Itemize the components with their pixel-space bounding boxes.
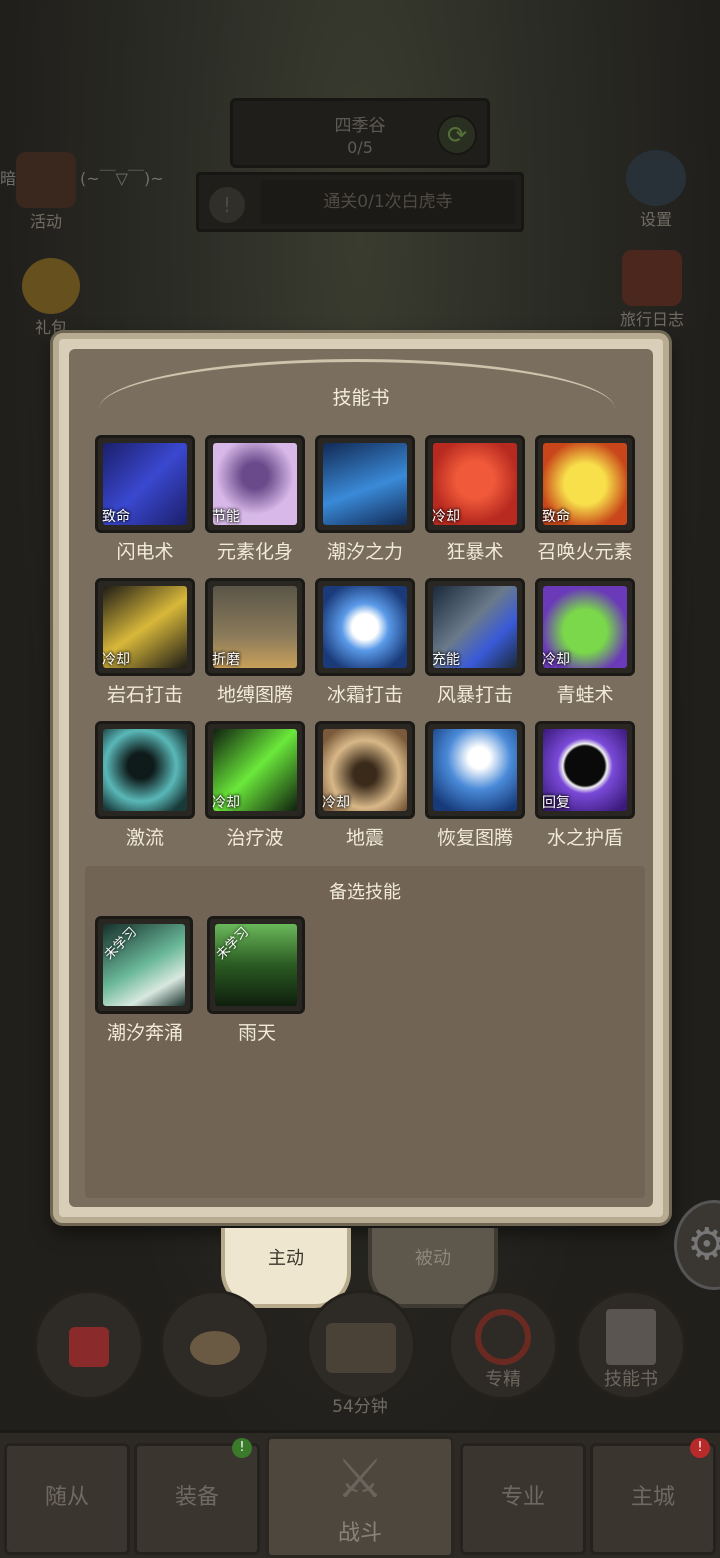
skill-name: 水之护盾 [546,827,623,849]
skill-card[interactable]: 折磨 地缚图腾 [205,578,305,707]
skill-card[interactable]: 冷却 地震 [315,721,415,850]
skill-tile: 折磨 [205,578,305,676]
skill-name: 恢复图腾 [436,827,513,849]
main-city-badge: ! [690,1438,710,1458]
skill-tag: 冷却 [542,652,570,668]
skill-tile [425,721,525,819]
skill-tile: 冷却 [425,435,525,533]
skill-card[interactable]: 恢复图腾 [425,721,525,850]
skill-name: 治疗波 [226,827,284,849]
potion-tool-button[interactable] [34,1290,144,1400]
skill-name: 地缚图腾 [216,684,293,706]
nav-battle[interactable]: ⚔ 战斗 [266,1436,454,1558]
skill-tile: 冷却 [315,721,415,819]
skill-tile: 冷却 [205,721,305,819]
skill-tag: 回复 [542,795,570,811]
skillbook-icon [606,1309,656,1365]
skill-tile: 致命 [535,435,635,533]
skill-name: 闪电术 [116,541,174,563]
skill-card[interactable]: 节能 元素化身 [205,435,305,564]
skill-grid: 致命 闪电术 节能 元素化身 潮汐之力 冷却 狂暴术 致命 召唤火元素 冷却 岩… [95,435,655,850]
skill-tag: 致命 [542,509,570,525]
healing-totem-icon [433,729,517,811]
skill-card[interactable]: 冷却 治疗波 [205,721,305,850]
tide-icon [323,443,407,525]
skill-card[interactable]: 冷却 岩石打击 [95,578,195,707]
skillbook-button[interactable]: 技能书 [576,1290,686,1400]
skill-name: 冰霜打击 [326,684,403,706]
skill-card[interactable]: 冷却 青蛙术 [535,578,635,707]
specialization-icon [475,1309,531,1365]
skill-name: 地震 [345,827,384,849]
skill-card[interactable]: 充能 风暴打击 [425,578,525,707]
skill-tag: 冷却 [102,652,130,668]
alt-skill-card[interactable]: 未学习 潮汐奔涌 [95,916,195,1045]
nav-equipment[interactable]: 装备 [134,1443,260,1555]
nav-main-city[interactable]: 主城 [590,1443,716,1555]
nav-profession[interactable]: 专业 [460,1443,586,1555]
skill-card[interactable]: 回复 水之护盾 [535,721,635,850]
alt-skill-grid: 未学习 潮汐奔涌 未学习 雨天 [95,916,307,1045]
skill-tile: 致命 [95,435,195,533]
alt-skill-card[interactable]: 未学习 雨天 [207,916,307,1045]
skill-tile: 回复 [535,721,635,819]
skill-name: 潮汐之力 [326,541,403,563]
panel-title: 技能书 [332,387,390,409]
timer-label: 54分钟 [332,1397,388,1417]
skill-tag: 冷却 [322,795,350,811]
nav-battle-label: 战斗 [337,1521,382,1546]
skill-tile: 节能 [205,435,305,533]
skill-name: 狂暴术 [446,541,504,563]
specialization-label: 专精 [485,1369,521,1390]
skill-tag: 充能 [432,652,460,668]
skill-tag: 节能 [212,509,240,525]
crossed-swords-icon: ⚔ [335,1447,385,1510]
skill-tile [315,578,415,676]
skill-tile: 未学习 [95,916,193,1014]
skill-tile: 冷却 [95,578,195,676]
skill-card[interactable]: 激流 [95,721,195,850]
skill-tag: 冷却 [212,795,240,811]
skill-tile [95,721,195,819]
skill-name: 风暴打击 [436,684,513,706]
potion-icon [69,1327,109,1367]
skill-name: 元素化身 [216,541,293,563]
equipment-badge: ! [232,1438,252,1458]
skill-name: 潮汐奔涌 [106,1022,183,1044]
alternative-skills-box: 备选技能 未学习 潮汐奔涌 未学习 雨天 [85,866,645,1198]
frost-strike-icon [323,586,407,668]
skill-card[interactable]: 潮汐之力 [315,435,415,564]
skill-tag: 致命 [102,509,130,525]
skill-tile [315,435,415,533]
skill-card[interactable]: 冰霜打击 [315,578,415,707]
skill-name: 激流 [125,827,164,849]
skill-book-panel: 技能书 致命 闪电术 节能 元素化身 潮汐之力 冷却 狂暴术 致命 召唤火元素 … [53,333,669,1223]
skillbook-label: 技能书 [604,1369,658,1390]
bread-icon [190,1331,240,1365]
skill-tile: 未学习 [207,916,305,1014]
skill-tile: 冷却 [535,578,635,676]
chest-icon [326,1323,396,1373]
skill-card[interactable]: 冷却 狂暴术 [425,435,525,564]
nav-followers[interactable]: 随从 [4,1443,130,1555]
riptide-icon [103,729,187,811]
skill-name: 雨天 [237,1022,276,1044]
skill-card[interactable]: 致命 召唤火元素 [535,435,635,564]
skill-tile: 充能 [425,578,525,676]
skill-name: 岩石打击 [106,684,183,706]
bread-tool-button[interactable] [160,1290,270,1400]
skill-tag: 冷却 [432,509,460,525]
alt-skills-title: 备选技能 [329,882,401,903]
specialization-button[interactable]: 专精 [448,1290,558,1400]
skill-name: 青蛙术 [556,684,614,706]
skill-tag: 折磨 [212,652,240,668]
skill-name: 召唤火元素 [537,541,633,563]
skill-card[interactable]: 致命 闪电术 [95,435,195,564]
chest-tool-button[interactable] [306,1290,416,1400]
